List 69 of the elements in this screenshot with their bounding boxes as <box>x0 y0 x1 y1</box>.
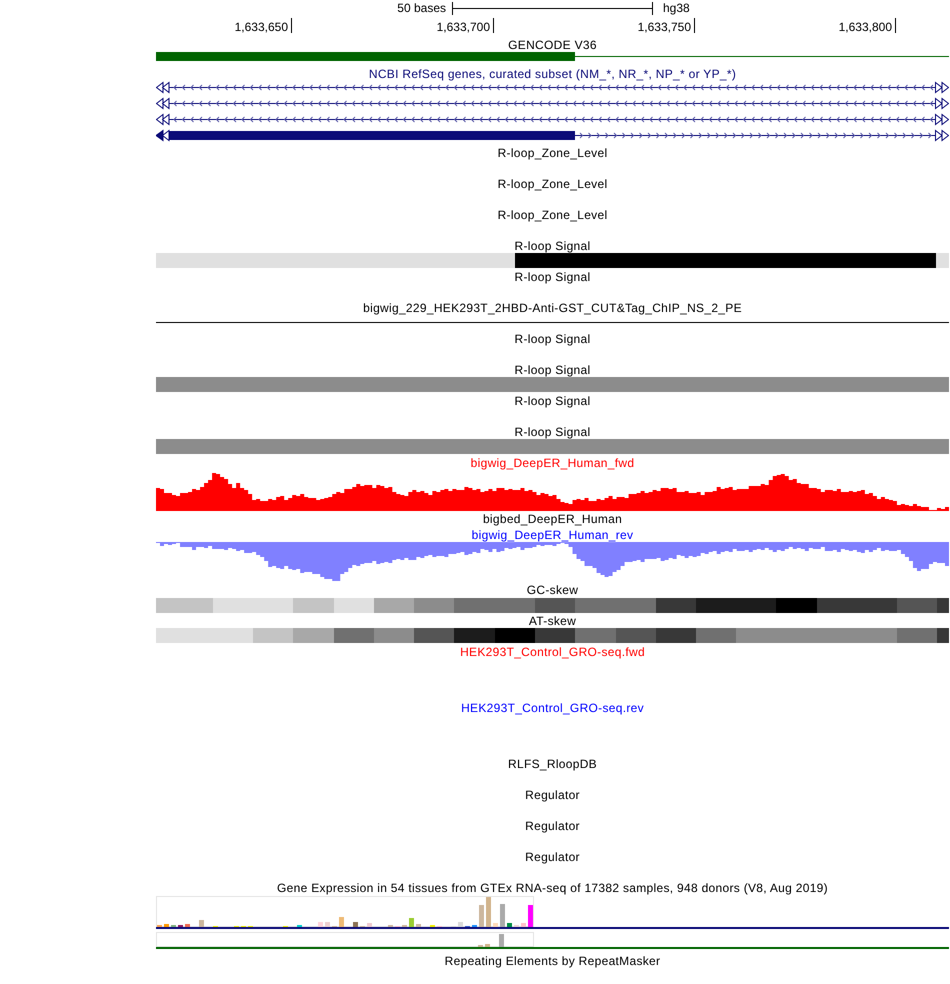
expression-bar <box>499 934 504 947</box>
expression-bar <box>528 905 533 927</box>
track-label: Regulator <box>525 851 580 863</box>
expression-bar <box>485 944 490 947</box>
signal-track-band <box>936 253 949 268</box>
expression-bar <box>486 897 491 927</box>
ruler-tick <box>493 18 494 33</box>
track-label: R-loop Signal <box>514 395 590 407</box>
track-label: bigwig_DeepER_Human_rev <box>472 529 634 542</box>
expression-bar <box>367 923 372 927</box>
skew-block <box>616 628 656 643</box>
track-label: Regulator <box>525 820 580 832</box>
track-label: Repeating Elements by RepeatMasker <box>444 955 660 967</box>
ruler-tick <box>895 18 896 33</box>
skew-block <box>535 628 575 643</box>
expression-bar <box>199 920 204 927</box>
expression-bar <box>479 905 484 927</box>
position-label: 1,633,700 <box>436 21 490 33</box>
track-label: R-loop Signal <box>514 333 590 345</box>
position-label: 1,633,650 <box>234 21 288 33</box>
track-label: HEK293T_Control_GRO-seq.fwd <box>460 646 645 658</box>
expression-bar <box>500 904 505 927</box>
track-label: AT-skew <box>528 615 576 627</box>
track-label: bigwig_229_HEK293T_2HBD-Anti-GST_CUT&Tag_ChIP_NS_2_PE <box>363 302 742 314</box>
expression-bar <box>507 923 512 927</box>
expression-bar <box>458 922 463 927</box>
track-label: Regulator <box>525 789 580 801</box>
expression-bar <box>409 918 414 927</box>
track-label: bigwig_DeepER_Human_fwd <box>470 457 634 469</box>
expression-bar <box>416 924 421 927</box>
assembly-label: hg38 <box>663 2 690 14</box>
skew-block <box>414 628 454 643</box>
expression-bar <box>493 923 498 927</box>
track-label: GC-skew <box>526 584 578 596</box>
track-label: GENCODE V36 <box>508 39 597 51</box>
expression-bar <box>185 924 190 927</box>
track-label: R-loop Signal <box>514 426 590 438</box>
track-label: R-loop_Zone_Level <box>498 209 608 221</box>
skew-block <box>334 628 374 643</box>
skew-block <box>656 628 696 643</box>
skew-block <box>293 628 334 643</box>
skew-block <box>454 628 495 643</box>
position-label: 1,633,800 <box>838 21 892 33</box>
track-label: HEK293T_Control_GRO-seq.rev <box>461 702 644 714</box>
track-label: R-loop Signal <box>514 240 590 252</box>
expression-bar <box>325 922 330 927</box>
skew-block <box>374 598 414 613</box>
track-label: bigbed_DeepER_Human <box>482 513 622 525</box>
expression-bar <box>353 922 358 927</box>
expression-bar <box>521 923 526 927</box>
track-label: R-loop Signal <box>514 364 590 376</box>
skew-block <box>156 598 213 613</box>
position-label: 1,633,750 <box>638 21 691 33</box>
scale-label: 50 bases <box>397 2 446 14</box>
expression-bar <box>164 924 169 927</box>
track-label: R-loop_Zone_Level <box>498 178 608 190</box>
skew-block <box>575 628 616 643</box>
track-label: NCBI RefSeq genes, curated subset (NM_*, NR_*, NP_* or YP_*) <box>368 68 736 80</box>
skew-block <box>334 598 374 613</box>
track-label: R-loop Signal <box>514 271 590 283</box>
track-label: Gene Expression in 54 tissues from GTEx RNA-seq of 17382 samples, 948 donors (V8, Aug 2019) <box>277 882 828 894</box>
track-label: RLFS_RloopDB <box>508 758 597 770</box>
ruler-tick <box>694 18 695 33</box>
expression-bar <box>318 922 323 927</box>
track-label: R-loop_Zone_Level <box>498 147 608 159</box>
skew-block <box>495 628 535 643</box>
skew-block <box>374 628 414 643</box>
expression-bar <box>339 917 344 927</box>
ruler-tick <box>291 18 292 33</box>
